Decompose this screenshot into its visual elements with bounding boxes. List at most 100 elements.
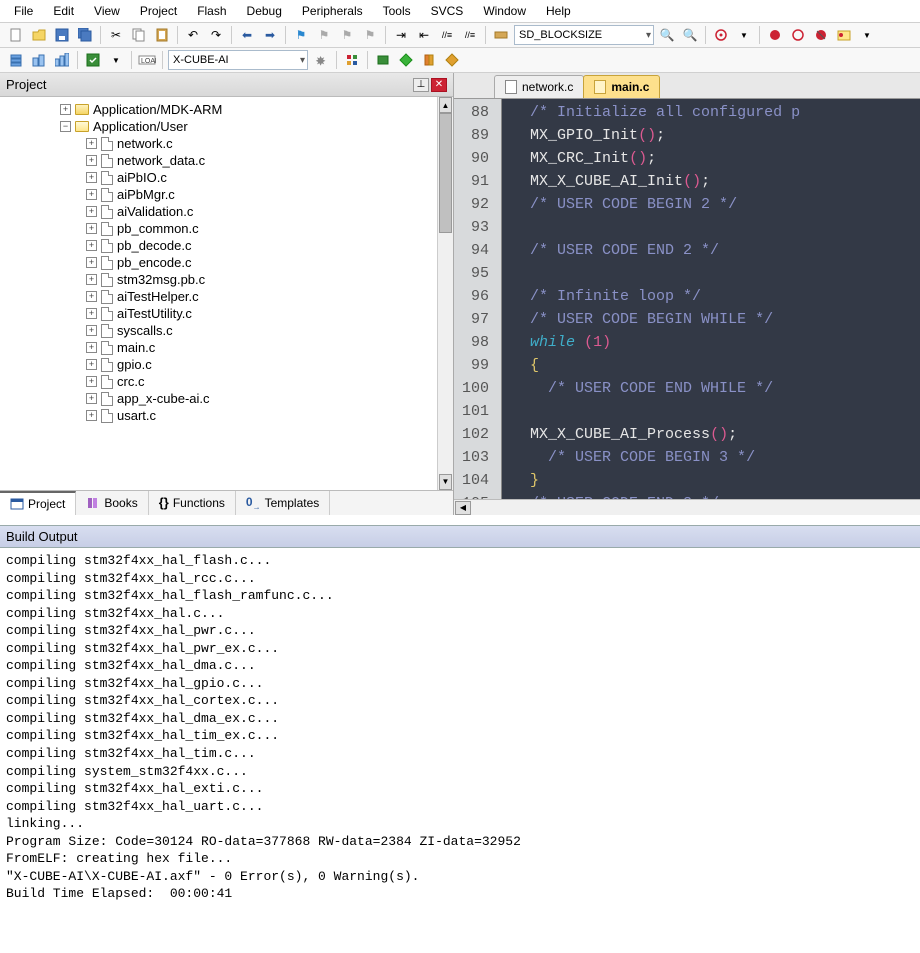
target-combo[interactable]: X-CUBE-AI	[168, 50, 308, 70]
stop-build-icon[interactable]: ▼	[106, 50, 126, 70]
code-line[interactable]: /* USER CODE BEGIN 2 */	[512, 193, 920, 216]
tree-file[interactable]: +pb_common.c	[0, 220, 453, 237]
breakpoint-window-icon[interactable]	[834, 25, 854, 45]
scroll-up-icon[interactable]: ▲	[439, 97, 452, 113]
rte-icon[interactable]	[396, 50, 416, 70]
code-line[interactable]: /* USER CODE BEGIN WHILE */	[512, 308, 920, 331]
project-tree[interactable]: ▲ ▼ +Application/MDK-ARM−Application/Use…	[0, 97, 453, 490]
manage-icon[interactable]	[342, 50, 362, 70]
expand-icon[interactable]: +	[86, 393, 97, 404]
expand-icon[interactable]: +	[86, 291, 97, 302]
expand-icon[interactable]: +	[86, 257, 97, 268]
menu-peripherals[interactable]: Peripherals	[294, 2, 371, 20]
code-line[interactable]: while (1)	[512, 331, 920, 354]
close-icon[interactable]: ✕	[431, 78, 447, 92]
menu-view[interactable]: View	[86, 2, 128, 20]
incremental-find-icon[interactable]: 🔍	[680, 25, 700, 45]
menu-file[interactable]: File	[6, 2, 41, 20]
tree-file[interactable]: +pb_decode.c	[0, 237, 453, 254]
project-tab-project[interactable]: Project	[0, 491, 76, 515]
editor-scrollbar[interactable]: ◀	[454, 499, 920, 515]
tree-scrollbar[interactable]: ▲ ▼	[437, 97, 453, 490]
menu-edit[interactable]: Edit	[45, 2, 82, 20]
download-icon[interactable]: LOAD	[137, 50, 157, 70]
scroll-down-icon[interactable]: ▼	[439, 474, 452, 490]
expand-icon[interactable]: +	[86, 223, 97, 234]
expand-icon[interactable]: +	[86, 342, 97, 353]
cut-icon[interactable]: ✂	[106, 25, 126, 45]
code-line[interactable]: /* USER CODE BEGIN 3 */	[512, 446, 920, 469]
expand-icon[interactable]: +	[86, 325, 97, 336]
code-line[interactable]	[512, 216, 920, 239]
pin-icon[interactable]: ⊥	[413, 78, 429, 92]
breakpoint-kill-icon[interactable]	[811, 25, 831, 45]
collapse-icon[interactable]: −	[60, 121, 71, 132]
tree-file[interactable]: +pb_encode.c	[0, 254, 453, 271]
paste-icon[interactable]	[152, 25, 172, 45]
editor-tab[interactable]: main.c	[583, 75, 660, 98]
menu-flash[interactable]: Flash	[189, 2, 234, 20]
find-combo[interactable]: SD_BLOCKSIZE	[514, 25, 654, 45]
find-icon[interactable]	[491, 25, 511, 45]
project-tab-functions[interactable]: {}Functions	[149, 491, 236, 515]
tree-file[interactable]: +aiTestHelper.c	[0, 288, 453, 305]
batch-build-icon[interactable]	[83, 50, 103, 70]
comment-icon[interactable]: //≡	[437, 25, 457, 45]
uncomment-icon[interactable]: //≡	[460, 25, 480, 45]
find-in-files-icon[interactable]: 🔍	[657, 25, 677, 45]
debug-icon[interactable]	[711, 25, 731, 45]
code-line[interactable]: }	[512, 469, 920, 492]
menu-window[interactable]: Window	[475, 2, 534, 20]
editor-tab[interactable]: network.c	[494, 75, 584, 98]
code-line[interactable]: {	[512, 354, 920, 377]
bookmark-prev-icon[interactable]: ⚑	[314, 25, 334, 45]
tree-folder[interactable]: +Application/MDK-ARM	[0, 101, 453, 118]
expand-icon[interactable]: +	[86, 138, 97, 149]
project-tab-books[interactable]: Books	[76, 491, 148, 515]
tree-file[interactable]: +crc.c	[0, 373, 453, 390]
code-line[interactable]: /* Initialize all configured p	[512, 101, 920, 124]
code-line[interactable]: /* USER CODE END 3 */	[512, 492, 920, 499]
expand-icon[interactable]: +	[86, 410, 97, 421]
code-content[interactable]: /* Initialize all configured p MX_GPIO_I…	[502, 99, 920, 499]
breakpoint-insert-icon[interactable]	[765, 25, 785, 45]
expand-icon[interactable]: +	[60, 104, 71, 115]
tree-file[interactable]: +stm32msg.pb.c	[0, 271, 453, 288]
pack-icon[interactable]	[373, 50, 393, 70]
build-icon[interactable]	[29, 50, 49, 70]
menu-help[interactable]: Help	[538, 2, 579, 20]
build-output[interactable]: compiling stm32f4xx_hal_flash.c... compi…	[0, 548, 920, 907]
menu-svcs[interactable]: SVCS	[423, 2, 472, 20]
books-icon[interactable]	[419, 50, 439, 70]
expand-icon[interactable]: +	[86, 172, 97, 183]
scroll-left-icon[interactable]: ◀	[455, 501, 471, 515]
breakpoint-disable-icon[interactable]	[788, 25, 808, 45]
expand-icon[interactable]: +	[86, 189, 97, 200]
manage-rte-icon[interactable]	[442, 50, 462, 70]
indent-icon[interactable]: ⇥	[391, 25, 411, 45]
tree-file[interactable]: +gpio.c	[0, 356, 453, 373]
tree-file[interactable]: +aiPbMgr.c	[0, 186, 453, 203]
code-line[interactable]: /* USER CODE END 2 */	[512, 239, 920, 262]
bookmark-next-icon[interactable]: ⚑	[337, 25, 357, 45]
tree-file[interactable]: +syscalls.c	[0, 322, 453, 339]
code-line[interactable]: MX_X_CUBE_AI_Process();	[512, 423, 920, 446]
menu-debug[interactable]: Debug	[239, 2, 290, 20]
open-icon[interactable]	[29, 25, 49, 45]
code-line[interactable]: MX_CRC_Init();	[512, 147, 920, 170]
bookmark-clear-icon[interactable]: ⚑	[360, 25, 380, 45]
redo-icon[interactable]: ↷	[206, 25, 226, 45]
menu-project[interactable]: Project	[132, 2, 185, 20]
new-file-icon[interactable]	[6, 25, 26, 45]
tree-file[interactable]: +aiValidation.c	[0, 203, 453, 220]
tree-file[interactable]: +network.c	[0, 135, 453, 152]
expand-icon[interactable]: +	[86, 376, 97, 387]
save-all-icon[interactable]	[75, 25, 95, 45]
tree-file[interactable]: +usart.c	[0, 407, 453, 424]
nav-fwd-icon[interactable]: ➡	[260, 25, 280, 45]
expand-icon[interactable]: +	[86, 274, 97, 285]
target-options-icon[interactable]	[311, 50, 331, 70]
expand-icon[interactable]: +	[86, 240, 97, 251]
expand-icon[interactable]: +	[86, 359, 97, 370]
save-icon[interactable]	[52, 25, 72, 45]
